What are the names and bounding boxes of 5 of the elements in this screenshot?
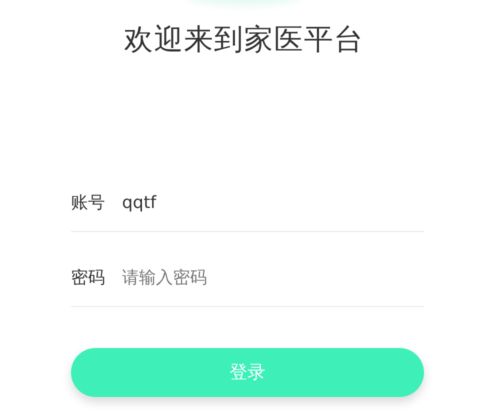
field-label: 密码 xyxy=(71,267,106,290)
account-field[interactable]: qqtf xyxy=(122,191,424,217)
page-title: 欢迎来到家医平台 xyxy=(123,21,365,58)
password-field[interactable]: 请输入密码 xyxy=(122,266,424,292)
field-label: 账号 xyxy=(71,192,106,216)
